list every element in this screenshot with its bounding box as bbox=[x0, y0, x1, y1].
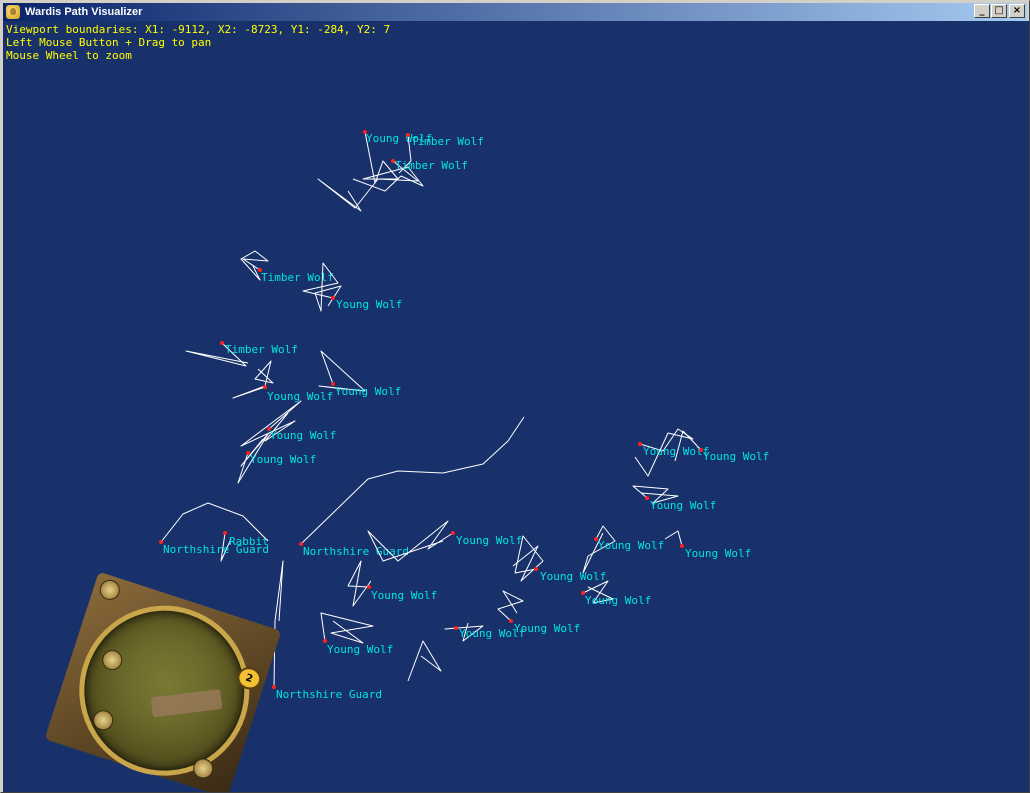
title-bar[interactable]: Wardis Path Visualizer _ □ × bbox=[3, 3, 1027, 21]
npc-label: Timber Wolf bbox=[225, 343, 298, 356]
npc-label: Timber Wolf bbox=[395, 159, 468, 172]
npc-path-group: Young Wolf bbox=[581, 580, 651, 607]
minimize-button[interactable]: _ bbox=[974, 4, 990, 18]
npc-path-group: Timber Wolf bbox=[185, 341, 298, 367]
app-window: Wardis Path Visualizer _ □ × Viewport bo… bbox=[0, 0, 1030, 793]
npc-path-line bbox=[407, 640, 442, 682]
npc-path-group: Young Wolf bbox=[240, 400, 336, 447]
npc-label: Timber Wolf bbox=[411, 135, 484, 148]
npc-path-line bbox=[347, 560, 372, 607]
window-controls: _ □ × bbox=[973, 4, 1025, 18]
npc-position-dot bbox=[680, 544, 684, 548]
npc-path-line bbox=[664, 530, 683, 547]
npc-position-dot bbox=[645, 496, 649, 500]
npc-path-group: Young Wolf bbox=[634, 428, 709, 477]
npc-position-dot bbox=[454, 626, 458, 630]
npc-path-group: Young Wolf bbox=[664, 530, 751, 560]
npc-path-line bbox=[273, 560, 284, 688]
npc-path-group: Young Wolf bbox=[512, 535, 606, 583]
npc-position-dot bbox=[451, 531, 455, 535]
npc-label: Young Wolf bbox=[703, 450, 769, 463]
npc-label: Young Wolf bbox=[598, 539, 664, 552]
npc-position-dot bbox=[263, 385, 267, 389]
npc-label: Northshire Guard bbox=[163, 543, 269, 556]
npc-label: Young Wolf bbox=[585, 594, 651, 607]
npc-label: Young Wolf bbox=[335, 385, 401, 398]
npc-path-group: Northshire Guard bbox=[159, 502, 269, 556]
npc-path-group: Young Wolf bbox=[232, 360, 333, 403]
npc-label: Young Wolf bbox=[685, 547, 751, 560]
close-button[interactable]: × bbox=[1009, 4, 1025, 18]
npc-position-dot bbox=[223, 531, 227, 535]
map-canvas[interactable]: Viewport boundaries: X1: -9112, X2: -872… bbox=[3, 21, 1029, 792]
npc-label: Young Wolf bbox=[270, 429, 336, 442]
window-title: Wardis Path Visualizer bbox=[25, 6, 143, 18]
npc-path-group: Northshire Guard bbox=[272, 560, 442, 701]
npc-path-group: Young Wolf bbox=[347, 560, 437, 607]
npc-label: Young Wolf bbox=[371, 589, 437, 602]
maximize-button[interactable]: □ bbox=[991, 4, 1007, 18]
npc-label: Young Wolf bbox=[514, 622, 580, 635]
npc-position-dot bbox=[534, 567, 538, 571]
npc-position-dot bbox=[406, 133, 410, 137]
npc-path-line bbox=[320, 612, 374, 644]
npc-label: Young Wolf bbox=[250, 453, 316, 466]
npc-position-dot bbox=[509, 619, 513, 623]
npc-position-dot bbox=[638, 442, 642, 446]
npc-position-dot bbox=[331, 296, 335, 300]
minimap-road bbox=[150, 688, 223, 718]
npc-position-dot bbox=[220, 341, 224, 345]
npc-label: Young Wolf bbox=[456, 534, 522, 547]
npc-path-group: Timber Wolf bbox=[240, 250, 334, 284]
npc-label: Young Wolf bbox=[327, 643, 393, 656]
npc-label: Young Wolf bbox=[336, 298, 402, 311]
npc-path-group: Young Wolf bbox=[320, 612, 393, 656]
npc-label: Young Wolf bbox=[650, 499, 716, 512]
npc-path-group: Young Wolf bbox=[632, 485, 716, 512]
app-icon bbox=[6, 5, 20, 19]
npc-path-group: Timber Wolf bbox=[317, 159, 468, 212]
npc-path-line bbox=[497, 590, 524, 622]
npc-path-group: Young Wolf bbox=[582, 525, 664, 574]
npc-label: Northshire Guard bbox=[276, 688, 382, 701]
npc-label: Young Wolf bbox=[540, 570, 606, 583]
